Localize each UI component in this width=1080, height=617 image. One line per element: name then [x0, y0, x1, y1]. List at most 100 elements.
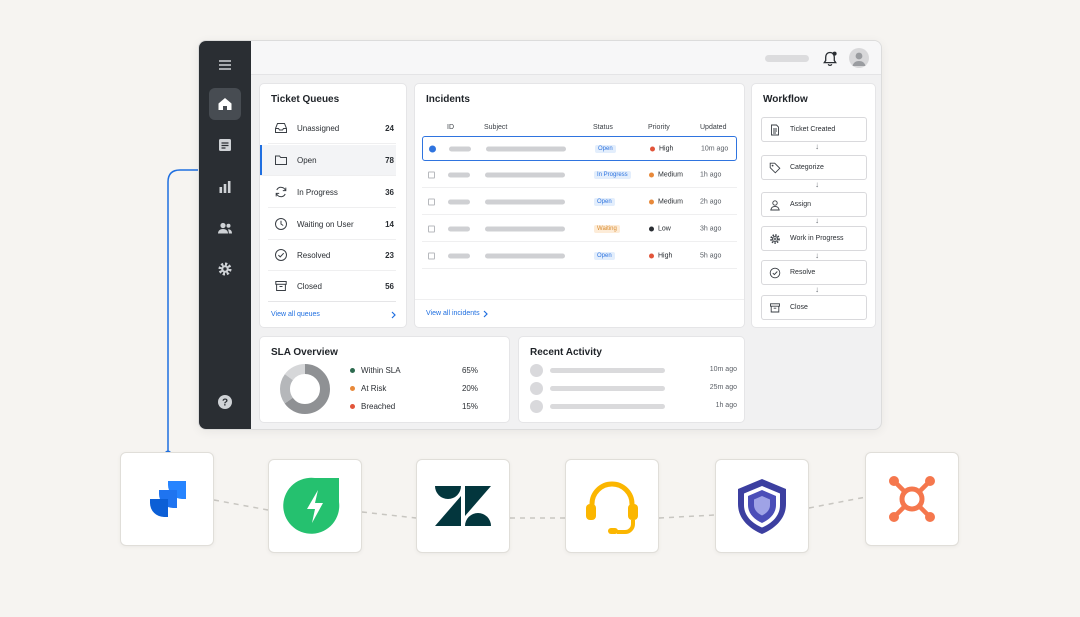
sla-value: 15% — [461, 402, 478, 411]
arrow-down-icon: ↓ — [815, 142, 819, 151]
zendesk-logo — [435, 486, 491, 526]
workflow-step-label: Ticket Created — [790, 126, 836, 133]
workflow-title: Workflow — [763, 94, 808, 105]
activity-item[interactable]: 1h ago — [530, 400, 737, 414]
activity-time: 25m ago — [709, 384, 737, 391]
workflow-step-label: Categorize — [790, 164, 824, 171]
incidents-title: Incidents — [426, 94, 470, 105]
menu-icon[interactable] — [209, 49, 241, 81]
col-header-subject[interactable]: Subject — [484, 124, 507, 131]
gear-icon — [770, 233, 780, 244]
home-icon[interactable] — [209, 88, 241, 120]
helpdesk-headset-icon — [586, 481, 638, 534]
col-header-status[interactable]: Status — [593, 124, 613, 131]
archive-icon — [275, 281, 287, 291]
col-header-updated[interactable]: Updated — [700, 124, 726, 131]
reports-icon[interactable] — [209, 171, 241, 203]
incident-row[interactable]: Open High 5h ago — [422, 244, 737, 269]
subject-placeholder — [485, 253, 565, 259]
activity-item[interactable]: 10m ago — [530, 364, 737, 378]
workflow-step-close[interactable]: Close — [761, 295, 867, 320]
status-badge: In Progress — [594, 171, 631, 179]
workflow-step-resolve[interactable]: Resolve — [761, 260, 867, 285]
view-all-incidents-link[interactable]: View all incidents — [426, 310, 480, 317]
search-placeholder-bar[interactable] — [765, 55, 809, 62]
queue-count: 14 — [385, 219, 394, 229]
updated-text: 5h ago — [700, 252, 722, 260]
priority-dot — [650, 146, 655, 151]
col-header-id[interactable]: ID — [447, 124, 454, 131]
inbox-icon — [275, 123, 287, 133]
id-placeholder — [448, 226, 470, 232]
workflow-step-categorize[interactable]: Categorize — [761, 155, 867, 180]
priority-text: Medium — [658, 198, 683, 206]
settings-gear-icon[interactable] — [209, 253, 241, 285]
help-icon[interactable]: ? — [209, 386, 241, 418]
chevron-right-icon[interactable] — [482, 310, 489, 318]
view-all-queues-link[interactable]: View all queues — [271, 311, 320, 318]
row-checkbox[interactable] — [428, 252, 435, 260]
check-circle-icon — [275, 249, 287, 261]
workflow-step-assign[interactable]: Assign — [761, 192, 867, 217]
queue-label: Closed — [297, 281, 322, 291]
legend-dot — [350, 404, 355, 409]
queue-item-waiting-on-user[interactable]: Waiting on User 14 — [268, 209, 396, 240]
priority-text: Medium — [658, 171, 683, 179]
user-avatar[interactable] — [849, 48, 869, 68]
queue-item-in-progress[interactable]: In Progress 36 — [268, 177, 396, 208]
chevron-right-icon[interactable] — [390, 311, 397, 319]
workflow-step-label: Resolve — [790, 269, 816, 276]
row-checkbox[interactable] — [428, 198, 435, 206]
priority-text: High — [658, 252, 673, 260]
arrow-down-icon: ↓ — [815, 285, 819, 294]
queue-label: Waiting on User — [297, 219, 354, 229]
row-checkbox[interactable] — [428, 225, 435, 233]
queue-count: 24 — [385, 123, 394, 133]
updated-text: 3h ago — [700, 225, 722, 233]
integration-tile-freshservice[interactable] — [268, 459, 362, 553]
priority-dot — [649, 199, 654, 205]
selected-radio[interactable] — [429, 145, 436, 152]
recent-activity-card: Recent Activity 10m ago 25m ago 1h ago — [518, 336, 745, 423]
integration-tile-security[interactable] — [715, 459, 809, 553]
workflow-step-ticket-created[interactable]: Ticket Created — [761, 117, 867, 142]
row-checkbox[interactable] — [428, 171, 435, 179]
sla-row-breached: Breached 15% — [350, 402, 478, 411]
integration-tile-zendesk[interactable] — [416, 459, 510, 553]
queue-item-open[interactable]: Open 78 — [260, 145, 396, 176]
incident-row[interactable]: Open Medium 2h ago — [422, 190, 737, 215]
sla-row-within: Within SLA 65% — [350, 366, 478, 375]
folder-icon — [275, 155, 287, 165]
workflow-step-work-in-progress[interactable]: Work in Progress — [761, 226, 867, 251]
incident-row[interactable]: Open High 10m ago — [422, 136, 737, 161]
legend-dot — [350, 368, 355, 373]
status-badge: Open — [595, 144, 616, 153]
col-header-priority[interactable]: Priority — [648, 124, 670, 131]
tickets-icon[interactable] — [209, 129, 241, 161]
arrow-down-icon: ↓ — [815, 251, 819, 260]
queue-label: In Progress — [297, 187, 338, 197]
activity-text-placeholder — [550, 386, 665, 391]
queue-label: Unassigned — [297, 123, 340, 133]
id-placeholder — [449, 146, 471, 151]
activity-text-placeholder — [550, 404, 665, 409]
sla-overview-title: SLA Overview — [271, 347, 338, 358]
queue-item-resolved[interactable]: Resolved 23 — [268, 240, 396, 271]
ticket-queues-card: Ticket Queues Unassigned 24 Open 78 In P… — [259, 83, 407, 328]
integration-tile-helpdesk[interactable] — [565, 459, 659, 553]
sla-overview-card: SLA Overview Within SLA 65% At Risk 20% … — [259, 336, 510, 423]
document-icon — [771, 124, 779, 135]
integration-tile-jira[interactable] — [120, 452, 214, 546]
subject-placeholder — [485, 226, 565, 232]
integration-tile-hubspot[interactable] — [865, 452, 959, 546]
id-placeholder — [448, 253, 470, 259]
arrow-down-icon: ↓ — [815, 180, 819, 189]
incident-row[interactable]: Waiting Low 3h ago — [422, 217, 737, 242]
users-icon[interactable] — [209, 212, 241, 244]
priority-dot — [649, 253, 654, 259]
queue-item-unassigned[interactable]: Unassigned 24 — [268, 113, 396, 144]
incident-row[interactable]: In Progress Medium 1h ago — [422, 163, 737, 188]
activity-item[interactable]: 25m ago — [530, 382, 737, 396]
queue-item-closed[interactable]: Closed 56 — [268, 271, 396, 302]
notification-bell-icon[interactable] — [821, 50, 839, 68]
